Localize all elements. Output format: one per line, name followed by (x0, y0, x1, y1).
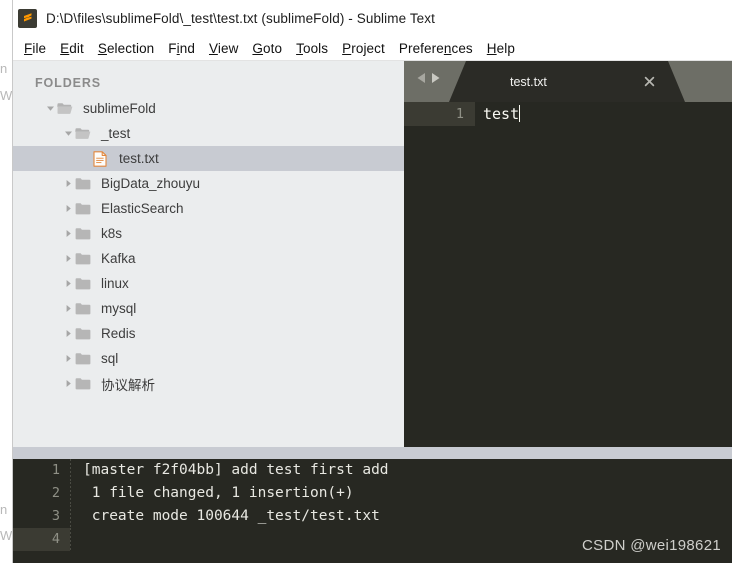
gutter-rule (70, 528, 71, 551)
sidebar-item-label: mysql (101, 301, 137, 316)
tab-bar: test.txt (404, 61, 732, 102)
sidebar-item-label: Kafka (101, 251, 136, 266)
chevron-right-icon[interactable] (61, 304, 75, 313)
menu-item-tools[interactable]: Tools (289, 41, 335, 56)
folder-icon (75, 227, 97, 240)
menu-item-file[interactable]: File (17, 41, 53, 56)
window-title: D:\D\files\sublimeFold\_test\test.txt (s… (46, 11, 435, 26)
close-icon[interactable] (643, 75, 657, 89)
work-area: FOLDERS sublimeFold _test test.txt BigDa… (13, 61, 732, 447)
triangle-left-icon[interactable] (416, 71, 427, 89)
editor-line: 1 test (404, 102, 732, 126)
folder-icon (75, 202, 97, 215)
line-content: test (475, 102, 521, 126)
sidebar-item-linux[interactable]: linux (13, 271, 404, 296)
line-number: 4 (13, 528, 70, 551)
line-number: 2 (51, 485, 60, 501)
menu-item-help[interactable]: Help (480, 41, 522, 56)
watermark: CSDN @wei198621 (582, 537, 721, 554)
sidebar-item-mysql[interactable]: mysql (13, 296, 404, 321)
sidebar-folders-panel[interactable]: FOLDERS sublimeFold _test test.txt BigDa… (13, 61, 404, 447)
line-content: 1 file changed, 1 insertion(+) (83, 485, 354, 501)
console-line: 1 [master f2f04bb] add test first add (13, 459, 732, 482)
chevron-right-icon[interactable] (61, 354, 75, 363)
menu-item-preferences[interactable]: Preferеnces (392, 41, 480, 56)
folders-header: FOLDERS (35, 76, 102, 90)
sidebar-item-bigdata_zhouyu[interactable]: BigData_zhouyu (13, 171, 404, 196)
folder-icon (75, 177, 97, 190)
chevron-right-icon[interactable] (61, 204, 75, 213)
sidebar-item-label: sublimeFold (83, 101, 156, 116)
folder-icon (75, 352, 97, 365)
title-bar: D:\D\files\sublimeFold\_test\test.txt (s… (13, 0, 732, 37)
menu-item-find[interactable]: Find (161, 41, 202, 56)
menu-bar[interactable]: File Edit Selection Find View Goto Tools… (13, 37, 732, 61)
sidebar-item-sublimefold[interactable]: sublimeFold (13, 96, 404, 121)
sidebar-item-label: BigData_zhouyu (101, 176, 201, 191)
folder-icon (75, 327, 97, 340)
sidebar-item-label: _test (101, 126, 131, 141)
sidebar-item-label: linux (101, 276, 129, 291)
folder-icon (75, 302, 97, 315)
sidebar-item-label: ElasticSearch (101, 201, 184, 216)
triangle-right-icon[interactable] (430, 71, 441, 89)
desktop-ghost-text: W (0, 88, 13, 103)
panel-separator[interactable] (13, 447, 732, 459)
menu-item-view[interactable]: View (202, 41, 245, 56)
sidebar-item-label: test.txt (119, 151, 159, 166)
console-line: 3 create mode 100644 _test/test.txt (13, 505, 732, 528)
line-number: 1 (51, 462, 60, 478)
sidebar-item-elasticsearch[interactable]: ElasticSearch (13, 196, 404, 221)
tab-nav-arrows[interactable] (404, 71, 449, 102)
chevron-right-icon[interactable] (61, 279, 75, 288)
menu-item-selection[interactable]: Selection (91, 41, 161, 56)
chevron-right-icon[interactable] (61, 379, 75, 388)
line-content: create mode 100644 _test/test.txt (83, 508, 380, 524)
folder-icon (75, 277, 97, 290)
line-number: 1 (404, 102, 475, 126)
folder-open-icon (57, 102, 79, 115)
sidebar-item-redis[interactable]: Redis (13, 321, 404, 346)
sublime-text-logo-icon (18, 9, 37, 28)
tab-label: test.txt (510, 74, 547, 89)
chevron-right-icon[interactable] (61, 329, 75, 338)
editor-text-area[interactable]: 1 test (404, 102, 732, 447)
build-output-panel[interactable]: 1 [master f2f04bb] add test first add 2 … (13, 459, 732, 563)
line-number: 3 (51, 508, 60, 524)
sidebar-item-_test[interactable]: _test (13, 121, 404, 146)
desktop-ghost-text: W (0, 528, 13, 543)
chevron-right-icon[interactable] (61, 254, 75, 263)
sidebar-item-k8s[interactable]: k8s (13, 221, 404, 246)
chevron-right-icon[interactable] (61, 179, 75, 188)
text-caret (519, 105, 521, 122)
folder-open-icon (75, 127, 97, 140)
file-text-icon (93, 150, 115, 167)
line-content: [master f2f04bb] add test first add (83, 462, 389, 478)
folder-icon (75, 377, 97, 390)
desktop-ghost-text: n (0, 502, 8, 517)
sidebar-item-kafka[interactable]: Kafka (13, 246, 404, 271)
sidebar-item-label: 协议解析 (101, 377, 155, 393)
menu-item-project[interactable]: Project (335, 41, 392, 56)
sidebar-item-test-txt[interactable]: test.txt (13, 146, 404, 171)
desktop-ghost-text: n (0, 61, 8, 76)
sublime-text-window: D:\D\files\sublimeFold\_test\test.txt (s… (13, 0, 732, 563)
chevron-down-icon[interactable] (43, 104, 57, 113)
sidebar-item-xieyijiexi[interactable]: 协议解析 (13, 371, 404, 396)
folder-icon (75, 252, 97, 265)
sidebar-item-label: sql (101, 351, 119, 366)
chevron-down-icon[interactable] (61, 129, 75, 138)
editor-pane: test.txt 1 test (404, 61, 732, 447)
sidebar-item-sql[interactable]: sql (13, 346, 404, 371)
chevron-right-icon[interactable] (61, 229, 75, 238)
tab-test-txt[interactable]: test.txt (449, 61, 685, 102)
sidebar-item-label: Redis (101, 326, 136, 341)
menu-item-edit[interactable]: Edit (53, 41, 91, 56)
line-text: test (483, 105, 520, 123)
console-line: 2 1 file changed, 1 insertion(+) (13, 482, 732, 505)
menu-item-goto[interactable]: Goto (245, 41, 289, 56)
sidebar-item-label: k8s (101, 226, 123, 241)
